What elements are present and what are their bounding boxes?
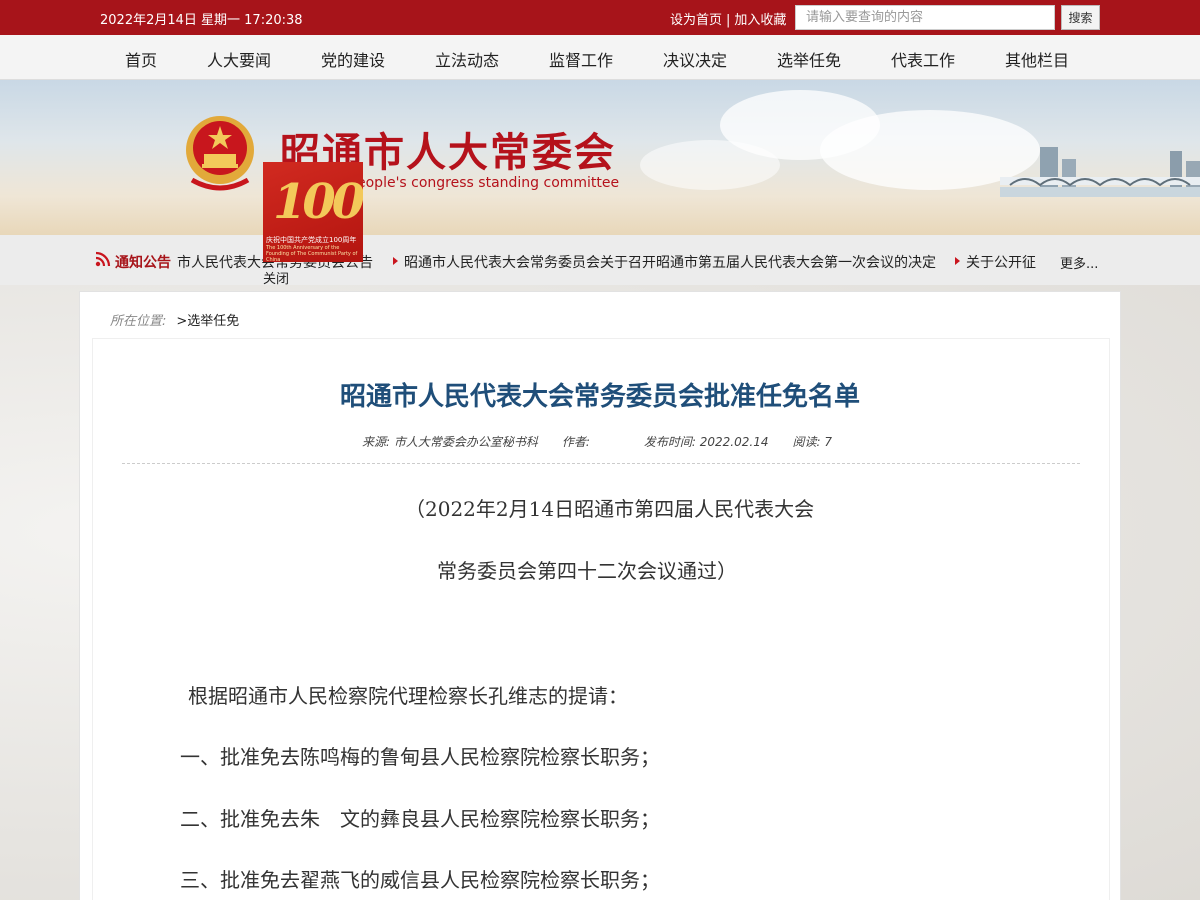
article-reads: 阅读: 7 bbox=[792, 435, 832, 449]
nav-item-resolutions[interactable]: 决议决定 bbox=[663, 47, 727, 71]
breadcrumb-current[interactable]: >选举任免 bbox=[176, 314, 239, 329]
notice-item-text: 昭通市人民代表大会常务委员会关于召开昭通市第五届人民代表大会第一次会议的决定 bbox=[404, 255, 936, 271]
nav-item-other[interactable]: 其他栏目 bbox=[1005, 47, 1069, 71]
site-subtitle: eople's congress standing committee bbox=[357, 175, 620, 191]
anniversary-badge[interactable]: 100 庆祝中国共产党成立100周年 The 100th Anniversary… bbox=[263, 162, 363, 262]
link-separator: | bbox=[726, 13, 731, 28]
article-paragraph: 根据昭通市人民检察院代理检察长孔维志的提请： bbox=[188, 684, 628, 708]
article-published: 发布时间: 2022.02.14 bbox=[643, 435, 769, 449]
article-paragraph: （2022年2月14日昭通市第四届人民代表大会 bbox=[405, 497, 815, 521]
national-emblem-icon bbox=[186, 116, 254, 191]
nav-item-supervision[interactable]: 监督工作 bbox=[549, 47, 613, 71]
rss-icon bbox=[95, 251, 111, 267]
nav-item-news[interactable]: 人大要闻 bbox=[207, 47, 271, 71]
nav-item-deputies[interactable]: 代表工作 bbox=[891, 47, 955, 71]
notice-item-text: 关于公开征 bbox=[966, 255, 1036, 271]
badge-caption-en: The 100th Anniversary of the Founding of… bbox=[266, 245, 358, 262]
nav-item-party[interactable]: 党的建设 bbox=[321, 47, 385, 71]
breadcrumb: 所在位置: >选举任免 bbox=[110, 310, 239, 329]
main-nav: 首页 人大要闻 党的建设 立法动态 监督工作 决议决定 选举任免 代表工作 其他… bbox=[0, 35, 1200, 80]
badge-number: 100 bbox=[273, 174, 363, 230]
arrow-right-icon bbox=[393, 257, 398, 265]
article-paragraph: 二、批准免去朱 文的彝良县人民检察院检察长职务； bbox=[180, 807, 660, 831]
notice-item[interactable]: 关于公开征 bbox=[955, 252, 1036, 272]
search-button[interactable]: 搜索 bbox=[1061, 5, 1100, 30]
nav-item-appointments[interactable]: 选举任免 bbox=[777, 47, 841, 71]
notice-item[interactable]: 昭通市人民代表大会常务委员会关于召开昭通市第五届人民代表大会第一次会议的决定 bbox=[393, 252, 936, 272]
article-paragraph: 一、批准免去陈鸣梅的鲁甸县人民检察院检察长职务； bbox=[180, 745, 660, 769]
article-title: 昭通市人民代表大会常务委员会批准任免名单 bbox=[339, 382, 860, 412]
search-input[interactable] bbox=[795, 5, 1055, 30]
notice-more-link[interactable]: 更多... bbox=[1060, 253, 1098, 272]
top-bar: 2022年2月14日 星期一 17:20:38 设为首页 |加入收藏 搜索 bbox=[0, 0, 1200, 35]
banner-cloud bbox=[640, 140, 780, 190]
notice-label: 通知公告 bbox=[115, 255, 171, 271]
nav-item-legislation[interactable]: 立法动态 bbox=[435, 47, 499, 71]
badge-caption: 庆祝中国共产党成立100周年 bbox=[266, 236, 357, 244]
current-datetime: 2022年2月14日 星期一 17:20:38 bbox=[100, 13, 303, 28]
article-author: 作者: bbox=[561, 435, 590, 449]
bridge-skyline-illustration bbox=[1000, 147, 1200, 197]
nav-item-home[interactable]: 首页 bbox=[125, 47, 157, 71]
article-meta: 来源: 市人大常委会办公室秘书科 作者: 发布时间: 2022.02.14 阅读: 7 bbox=[362, 433, 856, 450]
article-paragraph: 三、批准免去翟燕飞的威信县人民检察院检察长职务； bbox=[180, 868, 660, 892]
article-paragraph: 常务委员会第四十二次会议通过） bbox=[437, 559, 737, 583]
top-links: 设为首页 | 加入收藏 bbox=[670, 9, 786, 28]
meta-divider bbox=[122, 463, 1080, 464]
arrow-right-icon bbox=[955, 257, 960, 265]
site-banner: 昭通市人大常委会 eople's congress standing commi… bbox=[0, 80, 1200, 235]
breadcrumb-label: 所在位置: bbox=[110, 314, 167, 329]
article-source: 来源: 市人大常委会办公室秘书科 bbox=[362, 435, 538, 449]
add-favorite-link[interactable]: 加入收藏 bbox=[734, 13, 786, 28]
notice-bar: 通知公告 市人民代表大会常务委员会公告 昭通市人民代表大会常务委员会关于召开昭通… bbox=[0, 235, 1200, 285]
set-home-link[interactable]: 设为首页 bbox=[670, 13, 722, 28]
